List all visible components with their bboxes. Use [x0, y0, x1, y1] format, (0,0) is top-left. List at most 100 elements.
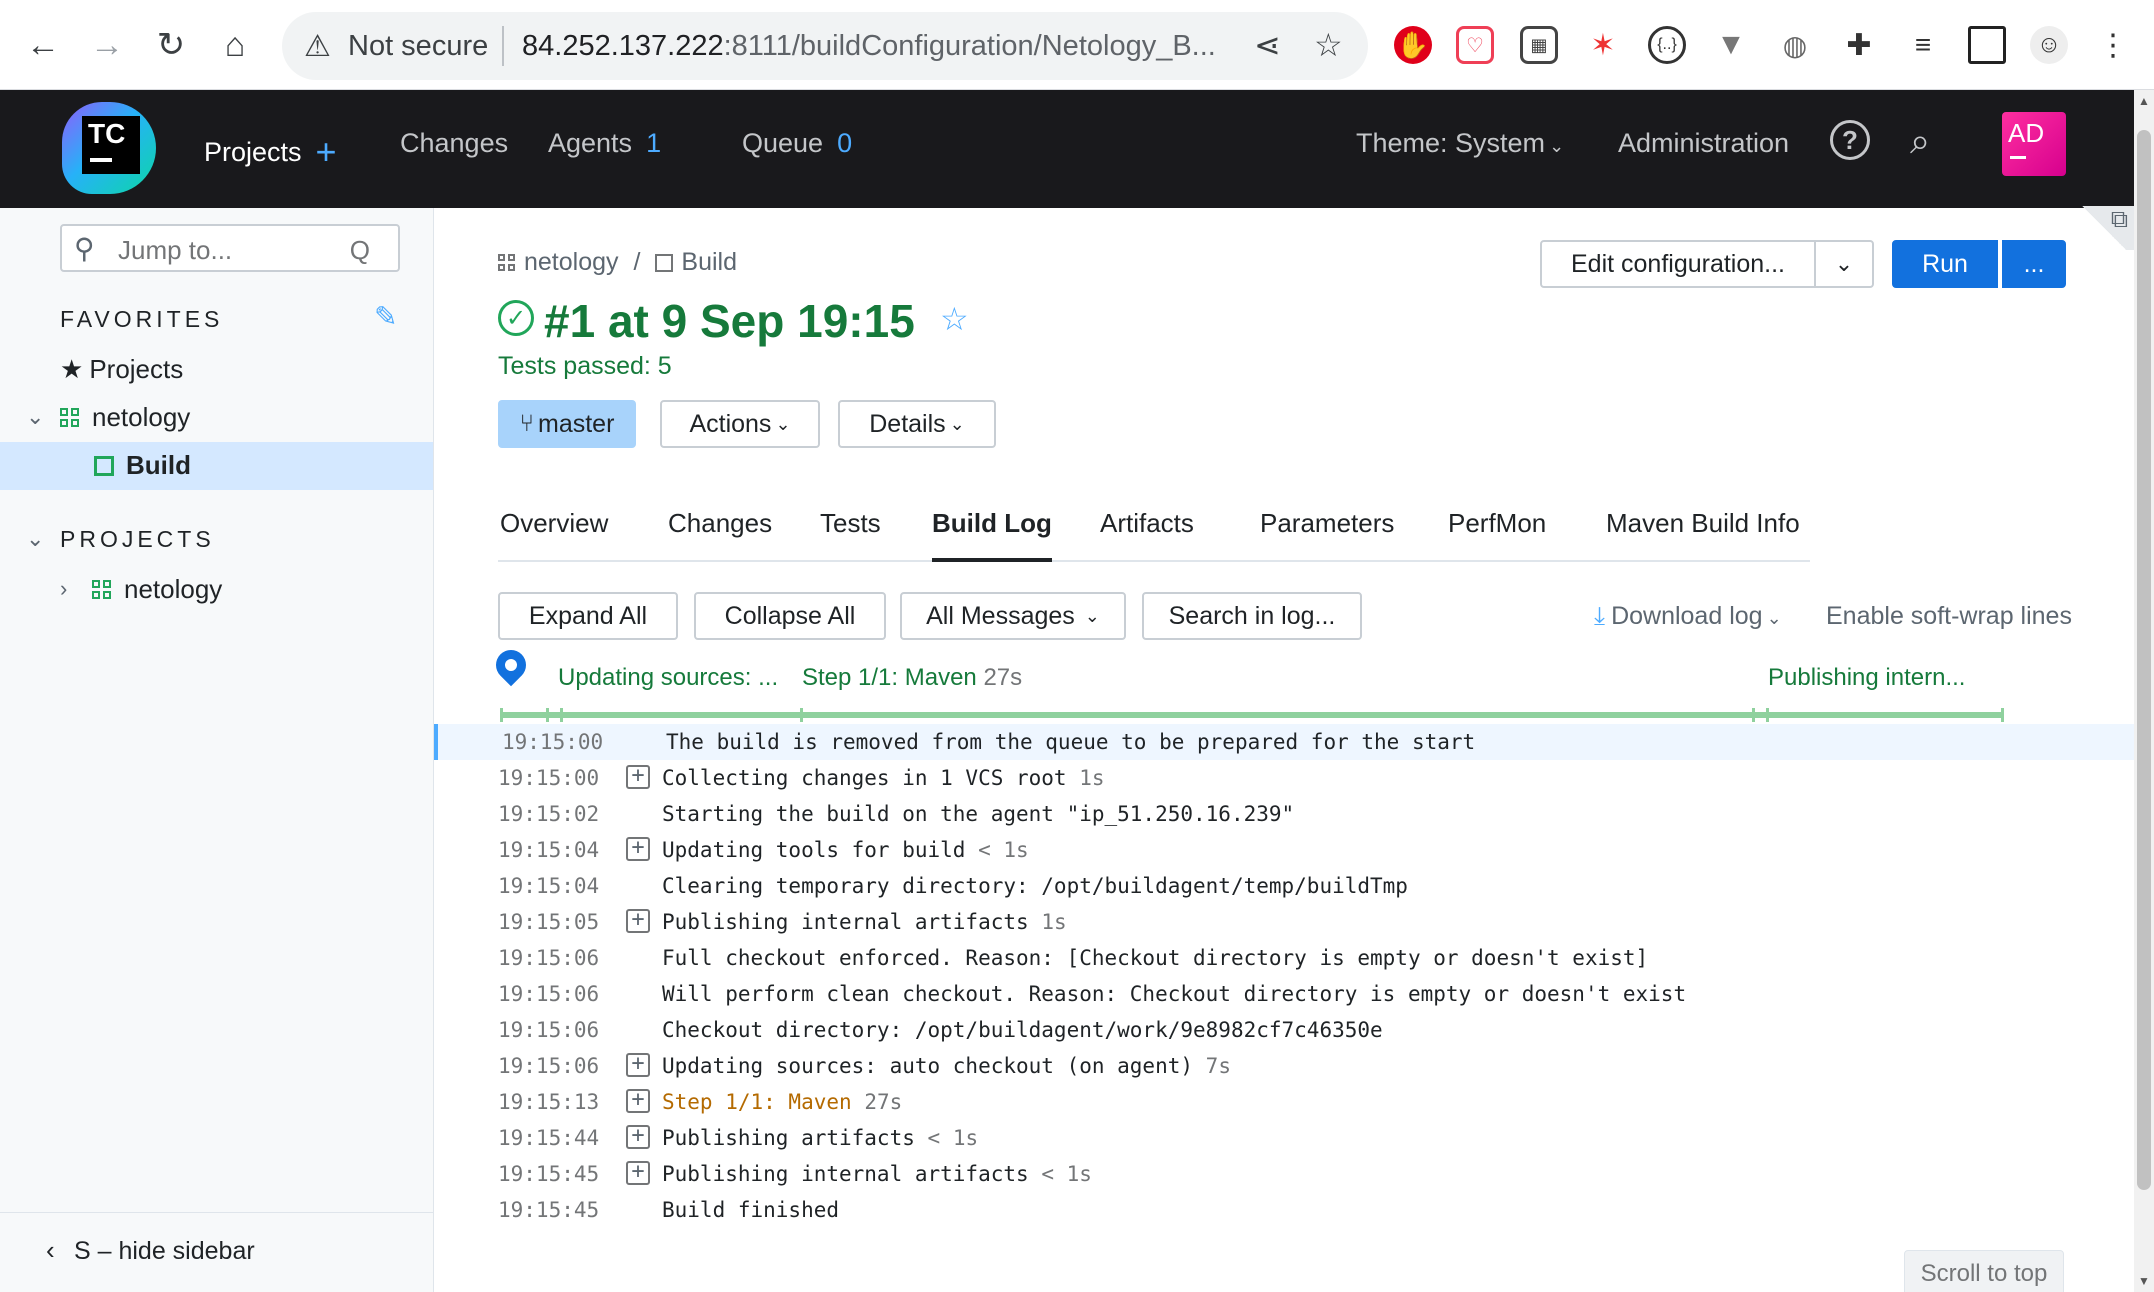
breadcrumb-project[interactable]: netology — [524, 248, 619, 276]
edit-configuration-menu-button[interactable]: ⌄ — [1814, 240, 1874, 288]
tests-passed-status[interactable]: Tests passed: 5 — [498, 352, 672, 381]
message-filter-label: All Messages — [926, 601, 1075, 630]
run-button[interactable]: Run — [1892, 240, 1998, 288]
timeline-step-maven[interactable]: Step 1/1: Maven 27s — [802, 664, 1022, 692]
log-row[interactable]: 19:15:02 Starting the build on the agent … — [434, 796, 2134, 832]
favorite-star-icon[interactable]: ☆ — [940, 300, 969, 338]
bookmark-star-icon[interactable]: ☆ — [1314, 26, 1343, 64]
expand-plus-icon[interactable]: + — [626, 1089, 650, 1113]
log-row[interactable]: 19:15:05 + Publishing internal artifacts 1… — [434, 904, 2134, 940]
log-row[interactable]: 19:15:44 + Publishing artifacts < 1s — [434, 1120, 2134, 1156]
sidebar-item-projects-netology[interactable]: netology — [92, 574, 222, 605]
layout-switch-icon[interactable]: ⧉ — [2074, 206, 2134, 250]
chevron-right-icon[interactable]: › — [60, 576, 67, 602]
run-options-button[interactable]: ... — [2002, 240, 2066, 288]
planet-extension-icon[interactable]: ◍ — [1776, 26, 1814, 64]
log-row[interactable]: 19:15:06 Will perform clean checkout. Rea… — [434, 976, 2134, 1012]
tab-perfmon[interactable]: PerfMon — [1448, 508, 1546, 539]
teamcity-logo[interactable]: TC — [60, 96, 160, 196]
v-extension-icon[interactable]: ▼ — [1712, 26, 1750, 64]
back-arrow-icon[interactable]: ← — [20, 22, 66, 68]
location-pin-icon[interactable] — [489, 643, 533, 687]
branch-badge[interactable]: ⑂ master — [498, 400, 636, 448]
browser-menu-icon[interactable]: ⋮ — [2094, 26, 2132, 64]
tab-maven-build-info[interactable]: Maven Build Info — [1606, 508, 1800, 539]
adblock-extension-icon[interactable]: ✋ — [1394, 26, 1432, 64]
expand-all-button[interactable]: Expand All — [498, 592, 678, 640]
log-row[interactable]: 19:15:00 + Collecting changes in 1 VCS roo… — [434, 760, 2134, 796]
sidebar-item-netology[interactable]: netology — [60, 402, 190, 433]
qr-code-extension-icon[interactable]: ▦ — [1520, 26, 1558, 64]
log-row[interactable]: 19:15:06 Full checkout enforced. Reason: … — [434, 940, 2134, 976]
color-extension-icon[interactable]: ✶ — [1584, 26, 1622, 64]
chevron-down-icon[interactable]: ⌄ — [26, 526, 44, 552]
reload-icon[interactable]: ↻ — [148, 22, 194, 68]
log-row[interactable]: 19:15:45 Build finished — [434, 1192, 2134, 1228]
message-filter-dropdown[interactable]: All Messages ⌄ — [900, 592, 1126, 640]
forward-arrow-icon[interactable]: → — [84, 22, 130, 68]
log-row[interactable]: 19:15:00 The build is removed from the qu… — [434, 724, 2134, 760]
actions-dropdown[interactable]: Actions ⌄ — [660, 400, 820, 448]
tab-parameters[interactable]: Parameters — [1260, 508, 1394, 539]
log-row[interactable]: 19:15:04 + Updating tools for build < 1s — [434, 832, 2134, 868]
url-text[interactable]: 84.252.137.222:8111/buildConfiguration/N… — [522, 30, 1216, 63]
expand-plus-icon[interactable]: + — [626, 1125, 650, 1149]
pocket-extension-icon[interactable]: ♡ — [1456, 26, 1494, 64]
scroll-down-arrow-icon[interactable]: ▼ — [2138, 1274, 2150, 1288]
scroll-up-arrow-icon[interactable]: ▲ — [2138, 94, 2150, 108]
expand-plus-icon[interactable]: + — [626, 1053, 650, 1077]
timeline-updating-sources[interactable]: Updating sources: ... — [558, 664, 778, 692]
nav-projects[interactable]: Projects + — [204, 128, 337, 172]
nav-queue[interactable]: Queue 0 — [742, 128, 852, 159]
search-in-log-button[interactable]: Search in log... — [1142, 592, 1362, 640]
nav-administration[interactable]: Administration — [1618, 128, 1789, 159]
nav-agents[interactable]: Agents 1 — [548, 128, 661, 159]
scrollbar-thumb[interactable] — [2137, 130, 2151, 1190]
soft-wrap-toggle[interactable]: Enable soft-wrap lines — [1826, 602, 2072, 631]
page-scrollbar[interactable]: ▲ ▼ — [2134, 90, 2154, 1292]
sidebar-item-build[interactable]: Build — [0, 442, 433, 490]
tab-changes[interactable]: Changes — [668, 508, 772, 539]
profile-avatar-icon[interactable]: ☺ — [2030, 26, 2068, 64]
expand-plus-icon[interactable]: + — [626, 765, 650, 789]
sidebar-item-label: Projects — [89, 354, 184, 384]
sidebar-item-favorite-projects[interactable]: ★ Projects — [60, 354, 183, 385]
json-extension-icon[interactable]: {..} — [1648, 26, 1686, 64]
theme-selector[interactable]: Theme: System ⌄ — [1356, 128, 1564, 159]
edit-configuration-button[interactable]: Edit configuration... — [1540, 240, 1816, 288]
edit-pencil-icon[interactable]: ✎ — [374, 300, 397, 333]
add-project-plus-icon[interactable]: + — [316, 131, 337, 172]
tab-tests[interactable]: Tests — [820, 508, 881, 539]
log-row[interactable]: 19:15:45 + Publishing internal artifacts <… — [434, 1156, 2134, 1192]
scroll-to-top-button[interactable]: Scroll to top — [1904, 1250, 2064, 1292]
nav-changes[interactable]: Changes — [400, 128, 508, 159]
details-dropdown[interactable]: Details ⌄ — [838, 400, 996, 448]
help-icon[interactable]: ? — [1830, 120, 1870, 160]
branch-icon: ⑂ — [519, 410, 534, 437]
breadcrumb-build[interactable]: Build — [681, 248, 737, 276]
side-panel-icon[interactable] — [1968, 26, 2006, 64]
tab-build-log[interactable]: Build Log — [932, 508, 1052, 562]
expand-plus-icon[interactable]: + — [626, 909, 650, 933]
log-row[interactable]: 19:15:06 Checkout directory: /opt/buildag… — [434, 1012, 2134, 1048]
chevron-down-icon[interactable]: ⌄ — [26, 404, 44, 430]
hide-sidebar-button[interactable]: ‹ S – hide sidebar — [0, 1212, 434, 1292]
media-queue-icon[interactable]: ≡ — [1904, 26, 1942, 64]
user-avatar[interactable]: AD — [2002, 112, 2066, 176]
log-row[interactable]: 19:15:13 + Step 1/1: Maven 27s — [434, 1084, 2134, 1120]
expand-plus-icon[interactable]: + — [626, 837, 650, 861]
collapse-all-button[interactable]: Collapse All — [694, 592, 886, 640]
tab-artifacts[interactable]: Artifacts — [1100, 508, 1194, 539]
address-bar[interactable]: ⚠ Not secure 84.252.137.222:8111/buildCo… — [282, 12, 1368, 80]
jump-to-input[interactable]: ⚲ Jump to... Q — [60, 224, 400, 272]
expand-plus-icon[interactable]: + — [626, 1161, 650, 1185]
log-row[interactable]: 19:15:06 + Updating sources: auto checkout… — [434, 1048, 2134, 1084]
download-log-button[interactable]: ⤓ Download log ⌄ — [1594, 602, 1782, 631]
timeline-publishing[interactable]: Publishing intern... — [1768, 664, 1965, 692]
home-icon[interactable]: ⌂ — [212, 22, 258, 68]
share-icon[interactable]: ⋖ — [1254, 26, 1281, 64]
tab-overview[interactable]: Overview — [500, 508, 608, 539]
extensions-puzzle-icon[interactable]: ✚ — [1840, 26, 1878, 64]
search-icon[interactable]: ⌕ — [1910, 120, 1930, 163]
log-row[interactable]: 19:15:04 Clearing temporary directory: /o… — [434, 868, 2134, 904]
